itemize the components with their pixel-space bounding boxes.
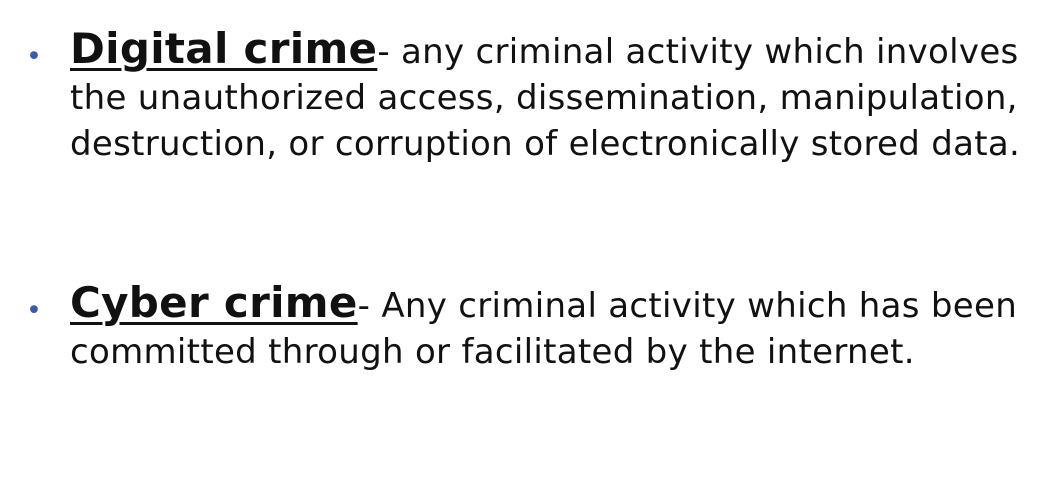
- term-separator: -: [357, 286, 371, 326]
- definition-paragraph: Digital crime- any criminal activity whi…: [70, 26, 1036, 167]
- term-separator: -: [377, 32, 390, 72]
- bullet-cyber-crime: • Cyber crime- Any criminal activity whi…: [26, 280, 1036, 375]
- term-digital-crime: Digital crime: [70, 24, 378, 73]
- bullet-point-icon: •: [26, 295, 42, 326]
- definition-paragraph: Cyber crime- Any criminal activity which…: [70, 280, 1036, 375]
- term-cyber-crime: Cyber crime: [70, 278, 358, 327]
- bullet-digital-crime: • Digital crime- any criminal activity w…: [26, 26, 1036, 167]
- bullet-point-icon: •: [26, 41, 42, 72]
- slide-content: • Digital crime- any criminal activity w…: [0, 0, 1056, 491]
